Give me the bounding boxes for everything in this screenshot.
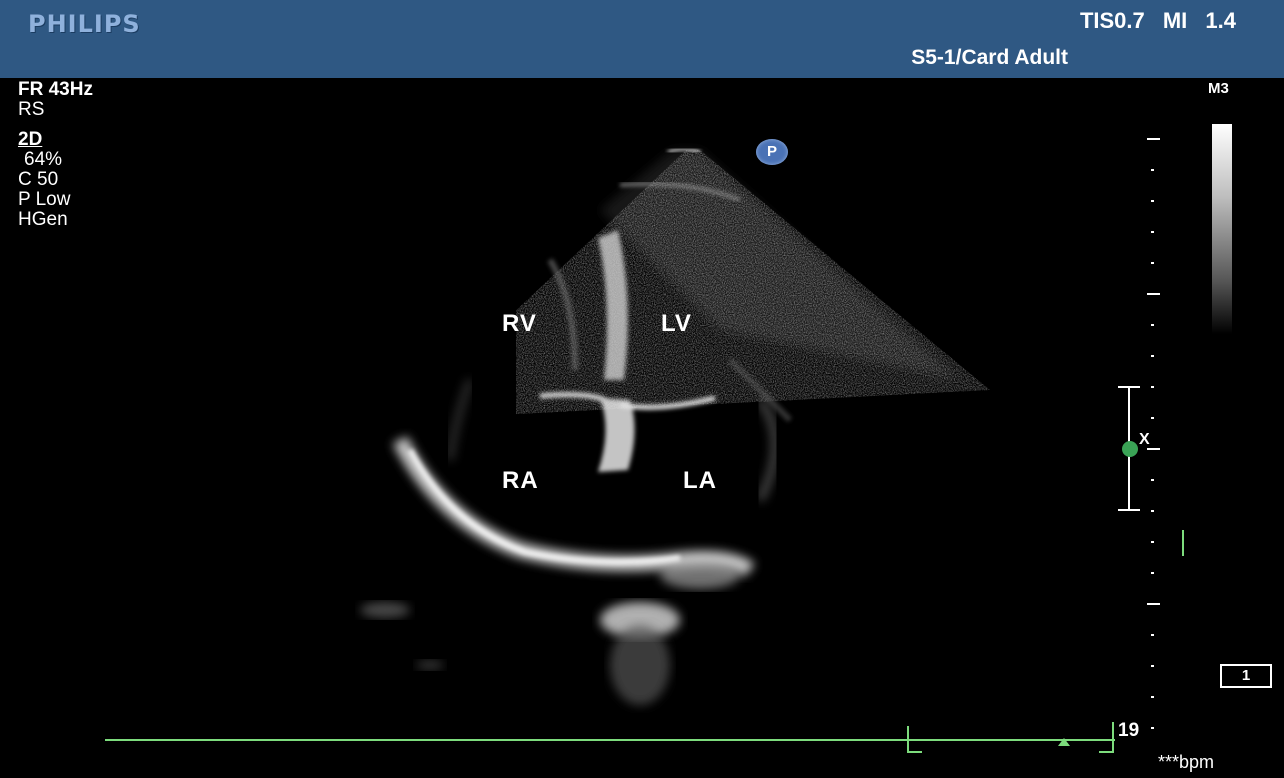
- chamber-label-rv: RV: [502, 310, 537, 337]
- chamber-label-la: LA: [683, 467, 717, 494]
- screen-number-box: 1: [1220, 664, 1272, 688]
- depth-value: 19: [1118, 720, 1140, 741]
- focus-x-marker: X: [1139, 431, 1150, 448]
- focus-dot[interactable]: [1122, 441, 1138, 457]
- orientation-marker-icon: P: [756, 139, 788, 165]
- ecg-trace: [105, 722, 1115, 753]
- chamber-label-lv: LV: [661, 310, 692, 337]
- chamber-label-ra: RA: [502, 467, 539, 494]
- echo-image: [105, 138, 1184, 753]
- atrial-walls: [360, 378, 779, 705]
- heart-rate: ***bpm: [1158, 752, 1215, 772]
